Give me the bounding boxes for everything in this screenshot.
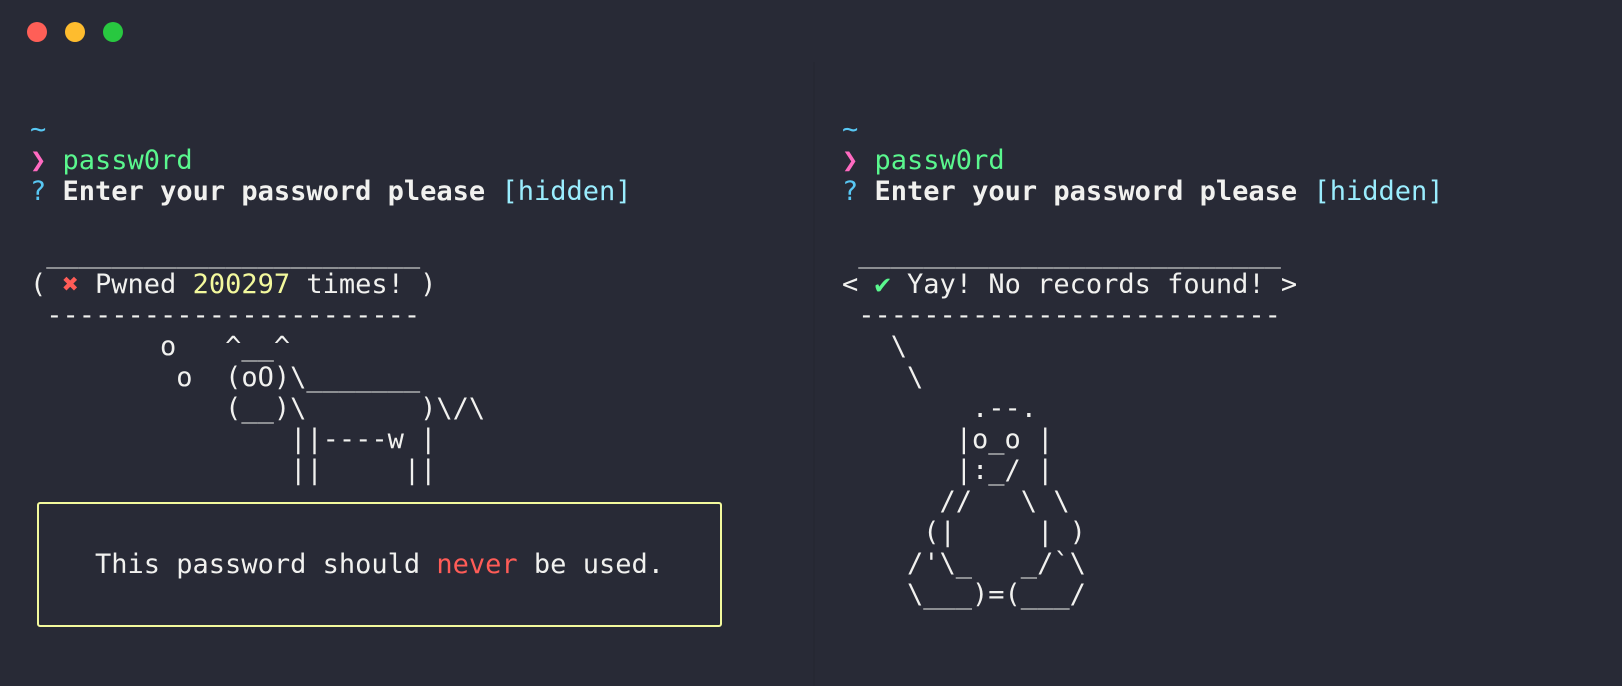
command-text: passw0rd: [874, 145, 1005, 176]
tux-art-line: |o_o |: [842, 424, 1054, 455]
warning-text-end: be used.: [517, 549, 664, 580]
bubble-text: Pwned: [78, 269, 193, 300]
warning-text: This password should: [95, 549, 437, 580]
minimize-window-button[interactable]: [65, 22, 85, 42]
warning-emphasis: never: [436, 549, 518, 580]
bubble-bottom: --------------------------: [842, 300, 1281, 331]
cow-art-line: o (oO)\_______: [30, 362, 421, 393]
command-line: ❯ passw0rd: [842, 145, 1443, 176]
tux-art-line: \: [842, 331, 908, 362]
prompt-cwd: ~: [842, 114, 859, 145]
bubble-message: ( ✖ Pwned 200297 times! ): [30, 269, 631, 300]
tux-art-line: // \ \: [842, 486, 1070, 517]
left-terminal-pane[interactable]: ~ ❯ passw0rd ? Enter your password pleas…: [30, 114, 631, 486]
command-line: ❯ passw0rd: [30, 145, 631, 176]
tux-art-line: |:_/ |: [842, 455, 1054, 486]
question-icon: ?: [30, 176, 47, 207]
prompt-question: Enter your password please: [62, 176, 486, 207]
bubble-open: (: [30, 269, 63, 300]
prompt-hint: [hidden]: [1313, 176, 1444, 207]
pane-divider[interactable]: [813, 62, 815, 686]
bubble-text: Yay! No records found! >: [890, 269, 1298, 300]
cow-art-line: ||----w |: [30, 424, 437, 455]
password-prompt[interactable]: ? Enter your password please [hidden]: [30, 176, 631, 207]
close-window-button[interactable]: [27, 22, 47, 42]
tux-art-line: .--.: [842, 393, 1038, 424]
prompt-cwd: ~: [30, 114, 47, 145]
question-icon: ?: [842, 176, 859, 207]
prompt-arrow-icon: ❯: [842, 145, 859, 176]
prompt-arrow-icon: ❯: [30, 145, 47, 176]
tux-art-line: (| | ): [842, 517, 1086, 548]
bubble-top: __________________________: [842, 238, 1281, 269]
bubble-message: < ✔ Yay! No records found! >: [842, 269, 1443, 300]
cow-art-line: || ||: [30, 455, 437, 486]
prompt-hint: [hidden]: [501, 176, 632, 207]
password-prompt[interactable]: ? Enter your password please [hidden]: [842, 176, 1443, 207]
warning-box: This password should never be used.: [37, 502, 722, 627]
check-icon: ✔: [874, 269, 891, 300]
cow-art-line: (__)\ )\/\: [30, 393, 486, 424]
right-terminal-pane[interactable]: ~ ❯ passw0rd ? Enter your password pleas…: [842, 114, 1443, 610]
cow-art-line: o ^__^: [30, 331, 291, 362]
tux-art-line: /'\_ _/`\: [842, 548, 1086, 579]
tux-art-line: \___)=(___/: [842, 579, 1086, 610]
bubble-bottom: -----------------------: [30, 300, 421, 331]
cross-icon: ✖: [62, 269, 79, 300]
maximize-window-button[interactable]: [103, 22, 123, 42]
command-text: passw0rd: [62, 145, 193, 176]
bubble-text-end: times! ): [290, 269, 437, 300]
pwned-count: 200297: [192, 269, 291, 300]
bubble-top: _______________________: [30, 238, 421, 269]
bubble-open: <: [842, 269, 875, 300]
tux-art-line: \: [842, 362, 924, 393]
prompt-question: Enter your password please: [874, 176, 1298, 207]
